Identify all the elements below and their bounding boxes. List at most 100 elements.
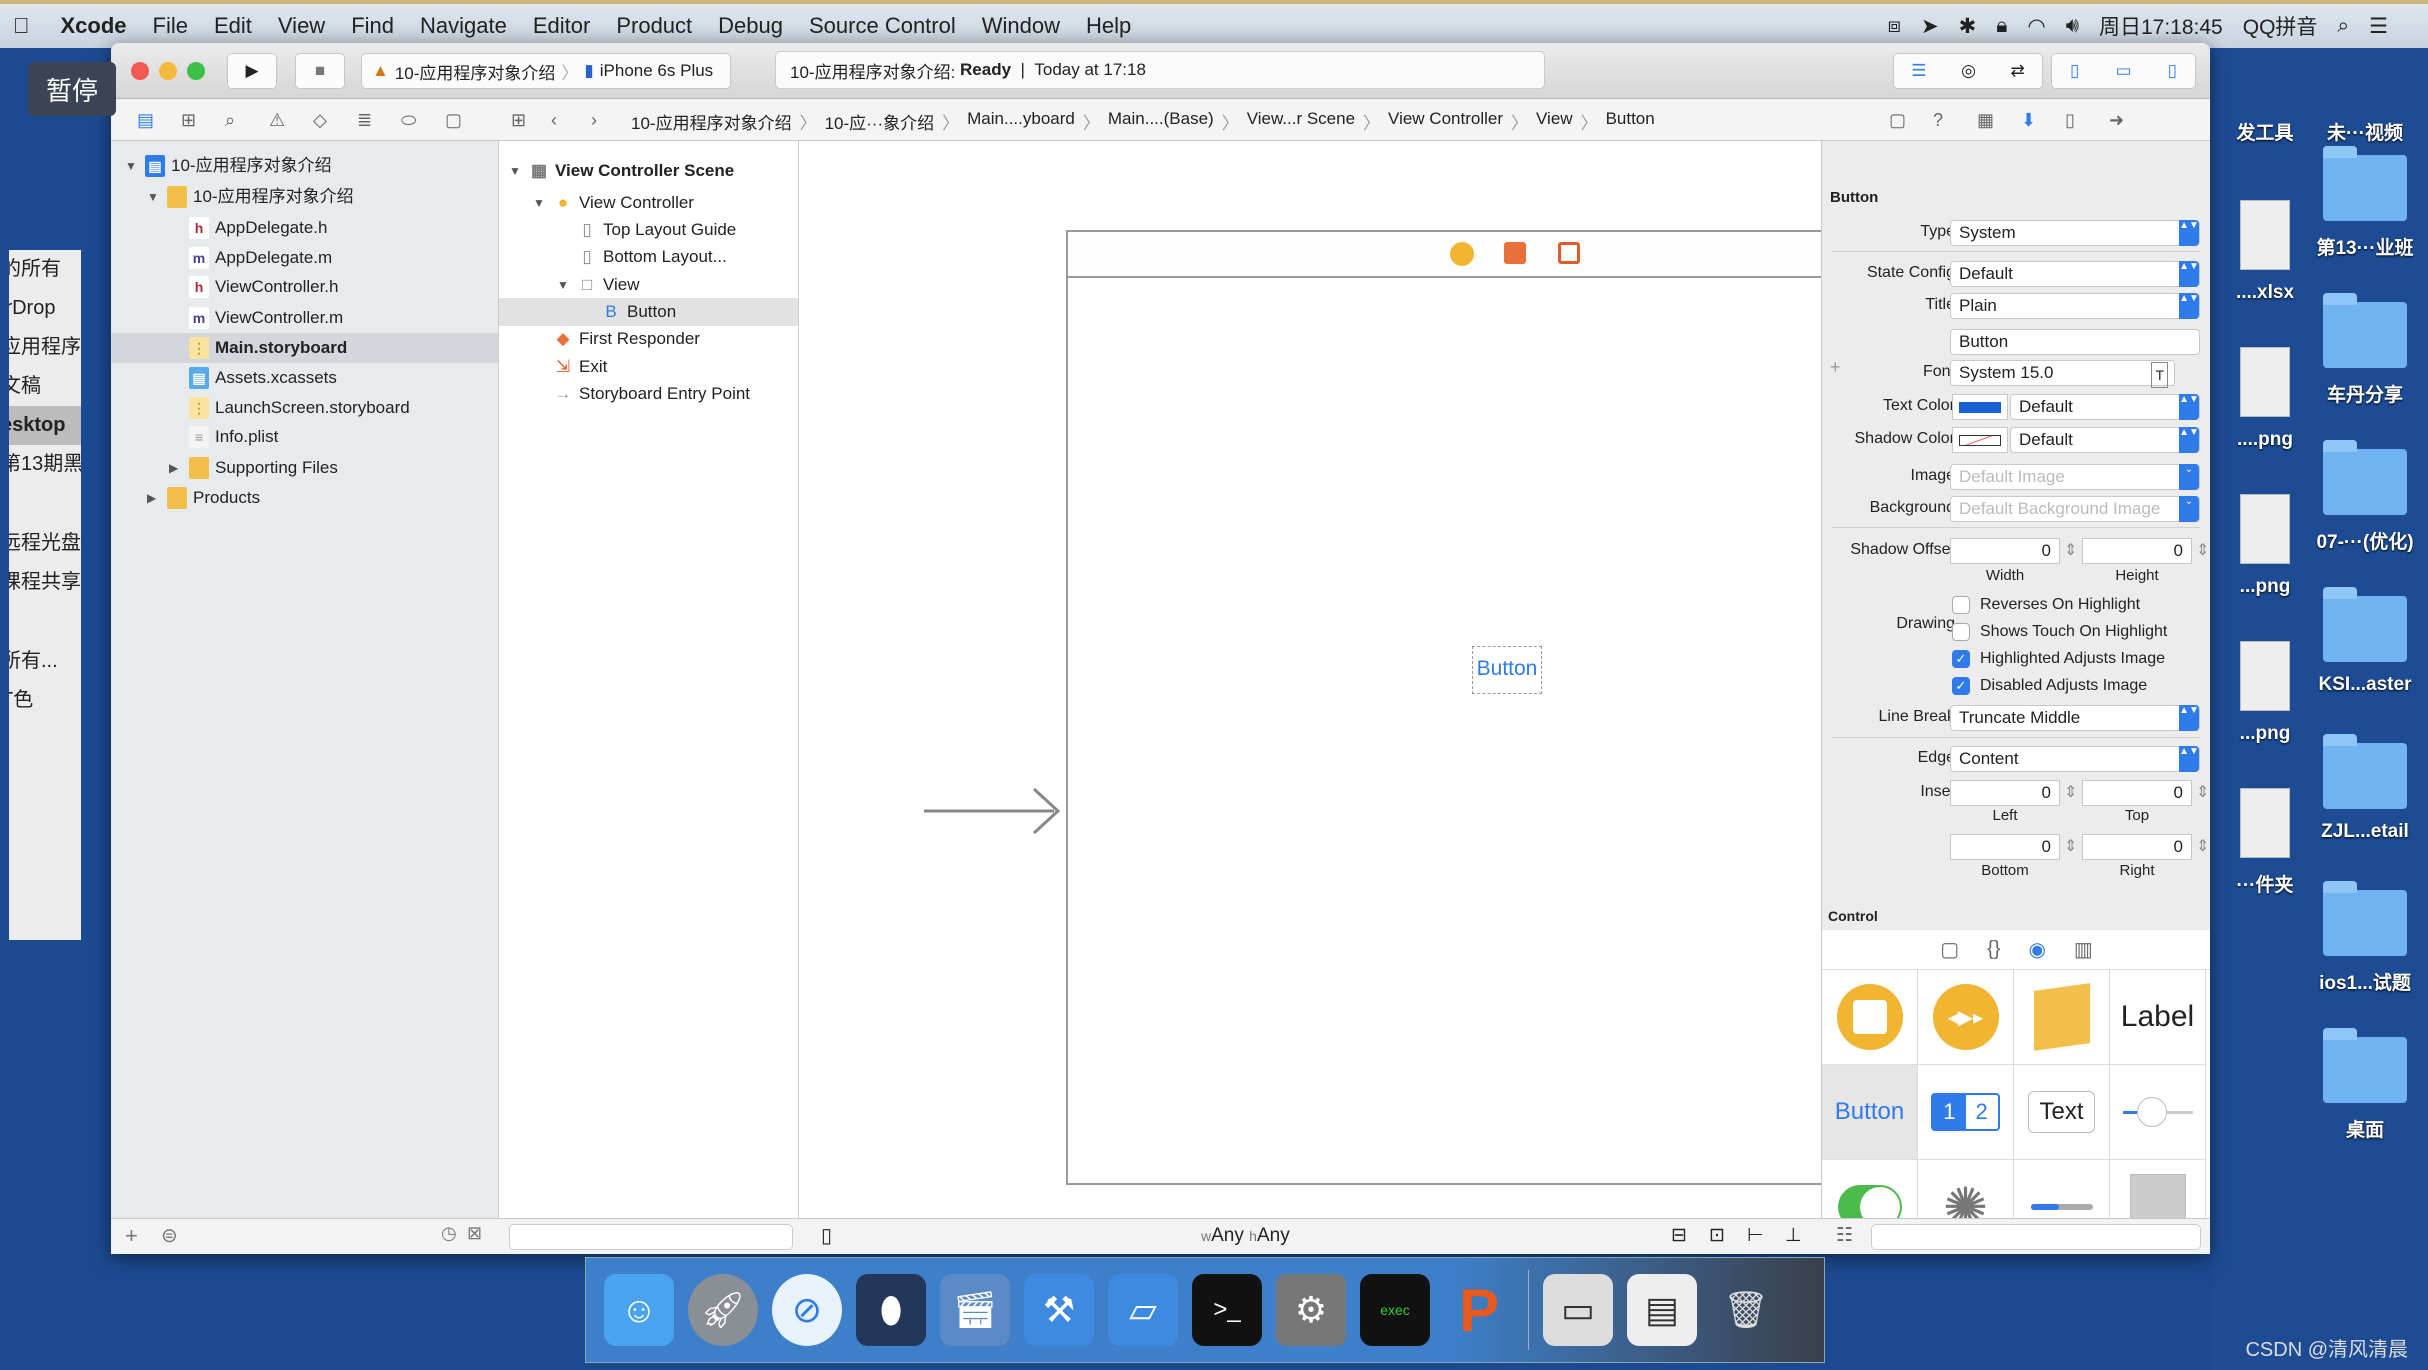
navigator-item[interactable]: ▼ 10-应用程序对象介绍 xyxy=(111,182,498,212)
menu-product[interactable]: Product xyxy=(616,13,692,39)
object-cube-icon[interactable] xyxy=(2014,970,2110,1065)
navigator-item[interactable]: ≡ Info.plist xyxy=(111,422,498,452)
page-control-item[interactable]: ○○○ xyxy=(2110,1160,2206,1219)
title-style-popup[interactable]: Plain ▲▼ xyxy=(1950,293,2200,319)
desktop-folder[interactable]: 07-···(优化) xyxy=(2310,440,2420,554)
menu-navigate[interactable]: Navigate xyxy=(420,13,507,39)
launchpad-icon[interactable]: 🚀︎ xyxy=(688,1274,758,1346)
project-navigator-icon[interactable]: ▤ xyxy=(137,110,154,131)
type-popup[interactable]: System ▲▼ xyxy=(1950,220,2200,246)
finder-sidebar-item[interactable]: 课程共享 xyxy=(9,563,81,602)
first-responder-icon[interactable] xyxy=(1504,242,1526,264)
view-controller-icon[interactable] xyxy=(1450,242,1474,266)
font-field[interactable]: System 15.0 T xyxy=(1950,360,2175,388)
issue-navigator-icon[interactable]: ⚠ xyxy=(269,110,285,131)
text-field-item[interactable]: Text xyxy=(2014,1065,2110,1160)
finder-sidebar-item[interactable]: irDrop xyxy=(9,289,81,328)
desktop-folder[interactable]: ios1...试题 xyxy=(2310,881,2420,995)
disclosure-triangle-icon[interactable]: ▼ xyxy=(533,188,547,218)
system-preferences-icon[interactable]: ⚙ xyxy=(1276,1274,1346,1346)
menu-help[interactable]: Help xyxy=(1086,13,1131,39)
finder-sidebar-item[interactable]: 第13期黑 xyxy=(9,445,81,484)
outline-item[interactable]: B Button xyxy=(499,298,798,326)
desktop-folder[interactable]: KSI...aster xyxy=(2310,587,2420,696)
stepper-icon[interactable]: ⇕ xyxy=(2064,782,2077,802)
desktop-folder[interactable]: 桌面 xyxy=(2310,1028,2420,1142)
view-controller-icon[interactable] xyxy=(1822,970,1918,1065)
filter-icon[interactable]: ⊜ xyxy=(161,1223,178,1248)
safari-icon[interactable]: ⊘ xyxy=(772,1274,842,1346)
navigator-item[interactable]: m AppDelegate.m xyxy=(111,243,498,273)
entry-point-arrow[interactable] xyxy=(924,781,1064,841)
activity-indicator-item[interactable]: ✺ xyxy=(1918,1160,2014,1219)
stepper-icon[interactable]: ⇕ xyxy=(2196,836,2209,856)
menu-view[interactable]: View xyxy=(278,13,325,39)
view-controller-scene[interactable]: Button xyxy=(1066,230,1828,1185)
breadcrumb-item[interactable]: 10-应···象介绍 xyxy=(825,109,935,134)
add-variation-icon[interactable]: + xyxy=(1830,357,1841,378)
code-snippet-library-icon[interactable]: {} xyxy=(1987,938,2000,961)
checkbox-reverses-on-highlight[interactable]: Reverses On Highlight xyxy=(1952,596,2140,614)
file-template-library-icon[interactable]: ▢ xyxy=(1940,937,1959,962)
storyboard-canvas[interactable]: Button xyxy=(799,141,1828,1218)
progress-view-item[interactable] xyxy=(2014,1160,2110,1219)
pause-badge[interactable]: 暂停 xyxy=(28,62,116,116)
assistant-editor-icon[interactable]: ◎ xyxy=(1961,61,1976,81)
shadow-color-popup[interactable]: Default ▲▼ xyxy=(2010,427,2200,453)
navigator-item[interactable]: h AppDelegate.h xyxy=(111,213,498,243)
simulator-icon[interactable]: ▱ xyxy=(1108,1274,1178,1346)
media-library-icon[interactable]: ▥ xyxy=(2074,937,2093,962)
menu-editor[interactable]: Editor xyxy=(533,13,590,39)
stepper-icon[interactable]: ⇕ xyxy=(2064,540,2077,560)
checkbox-shows-touch-on-highlight[interactable]: Shows Touch On Highlight xyxy=(1952,623,2167,641)
text-color-popup[interactable]: Default ▲▼ xyxy=(2010,394,2200,420)
resolve-icon[interactable]: ⊥ xyxy=(1785,1224,1802,1247)
recent-files-icon[interactable]: ◷ xyxy=(441,1223,457,1244)
xcode-icon[interactable]: ⚒ xyxy=(1024,1274,1094,1346)
desktop-folder[interactable]: 车丹分享 xyxy=(2310,293,2420,407)
breadcrumb-item[interactable]: View xyxy=(1536,109,1573,134)
close-button[interactable] xyxy=(131,62,149,80)
minimize-button[interactable] xyxy=(159,62,177,80)
disclosure-triangle-icon[interactable]: ▼ xyxy=(147,182,161,212)
add-icon[interactable]: + xyxy=(125,1223,138,1249)
disclosure-triangle-icon[interactable]: ▼ xyxy=(557,270,571,300)
title-text-field[interactable]: Button xyxy=(1950,329,2200,355)
checkbox-icon[interactable] xyxy=(1952,596,1970,614)
menu-source-control[interactable]: Source Control xyxy=(809,13,956,39)
outline-item[interactable]: ▯ Bottom Layout... xyxy=(499,243,798,271)
version-editor-icon[interactable]: ⇄ xyxy=(2010,61,2024,81)
button-item[interactable]: Button xyxy=(1822,1065,1918,1160)
checkbox-icon[interactable] xyxy=(1952,623,1970,641)
view-toggle-segment[interactable]: ▯ ▭ ▯ xyxy=(2051,53,2196,89)
toggle-outline-icon[interactable]: ▯ xyxy=(821,1223,832,1248)
stepper-icon[interactable]: ⇕ xyxy=(2196,540,2209,560)
finder-sidebar-item[interactable]: 应用程序 xyxy=(9,328,81,367)
related-items-icon[interactable]: ⊞ xyxy=(511,110,526,131)
av-player-icon[interactable]: ◂▶▸ xyxy=(1918,970,2014,1065)
shadow-offset-height[interactable]: 0 xyxy=(2082,538,2192,564)
notification-center-icon[interactable]: ☰ xyxy=(2369,14,2388,39)
forward-icon[interactable]: › xyxy=(591,110,597,131)
finder-sidebar-item[interactable]: 所有... xyxy=(9,642,81,681)
grid-view-icon[interactable]: ☷ xyxy=(1836,1224,1853,1247)
navigator-item[interactable]: m ViewController.m xyxy=(111,303,498,333)
slider-item[interactable] xyxy=(2110,1065,2206,1160)
breadcrumb-item[interactable]: Button xyxy=(1606,109,1655,134)
image-combo[interactable]: Default Image ⌄ xyxy=(1950,464,2200,490)
breadcrumb-item[interactable]: View...r Scene xyxy=(1247,109,1355,134)
keynote-p-icon[interactable]: P xyxy=(1444,1274,1514,1346)
segmented-control-item[interactable]: 12 xyxy=(1918,1065,2014,1160)
finder-sidebar-item[interactable]: T色 xyxy=(9,681,81,720)
outline-item[interactable]: ▯ Top Layout Guide xyxy=(499,216,798,244)
navigator-item[interactable]: ▤ Assets.xcassets xyxy=(111,363,498,393)
checkbox-icon[interactable]: ✓ xyxy=(1952,677,1970,695)
navigator-item[interactable]: ⋮ Main.storyboard xyxy=(111,333,498,363)
terminal-icon[interactable]: >_ xyxy=(1192,1274,1262,1346)
outline-item[interactable]: ⇲ Exit xyxy=(499,353,798,381)
toggle-navigator-icon[interactable]: ▯ xyxy=(2070,61,2079,81)
scm-files-icon[interactable]: ⊠ xyxy=(467,1223,482,1244)
breadcrumb-item[interactable]: Main....(Base) xyxy=(1108,109,1214,134)
size-class-control[interactable]: wAny hAny xyxy=(1201,1225,1290,1247)
debug-navigator-icon[interactable]: ≣ xyxy=(357,110,372,131)
